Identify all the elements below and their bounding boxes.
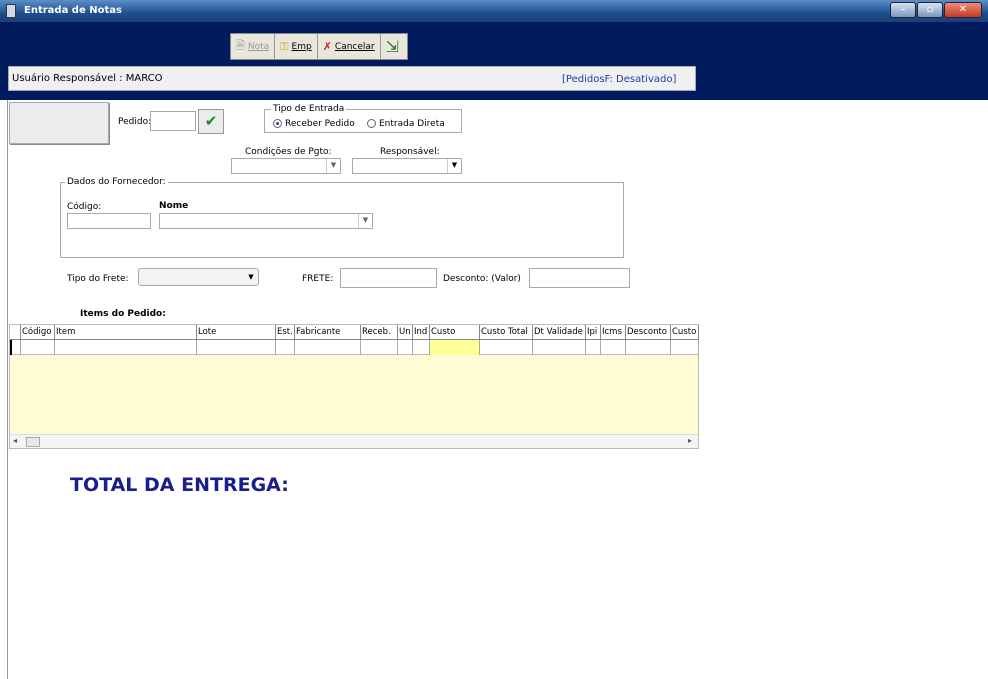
grid-cell[interactable] — [413, 340, 430, 355]
row-selector[interactable] — [10, 340, 21, 355]
column-header[interactable]: Fabricante — [295, 325, 361, 340]
grid-header: Código Item Lote Est. Fabricante Receb. … — [10, 325, 699, 340]
pedidos-status: [PedidosF: Desativado] — [562, 74, 677, 85]
cancelar-label: Cancelar — [334, 41, 375, 52]
grid-cell[interactable] — [295, 340, 361, 355]
grid-cell[interactable] — [671, 340, 699, 355]
cancel-x-icon: ✗ — [322, 40, 332, 53]
title-bar: Entrada de Notas – ▫ ✕ — [0, 0, 988, 22]
action-button[interactable] — [9, 102, 109, 144]
nota-label: Nota — [247, 41, 270, 52]
column-header[interactable]: Ind — [413, 325, 430, 340]
app-icon — [6, 4, 16, 18]
column-header[interactable]: Un — [398, 325, 413, 340]
table-row[interactable] — [10, 340, 699, 355]
column-header[interactable]: Custo — [671, 325, 699, 340]
column-header[interactable]: Est. — [276, 325, 295, 340]
responsavel-label: Responsável: — [380, 147, 440, 157]
codigo-input[interactable] — [67, 213, 151, 229]
emp-button[interactable]: ⚿ Emp — [275, 34, 318, 59]
radio-unchecked-icon — [367, 119, 376, 128]
chevron-down-icon: ▼ — [248, 273, 254, 281]
chevron-down-icon: ▼ — [326, 159, 340, 173]
exit-door-icon: ⇲ — [385, 37, 400, 56]
tipo-frete-select[interactable]: ▼ — [138, 268, 259, 286]
pedido-input[interactable] — [150, 111, 196, 131]
close-button[interactable]: ✕ — [944, 2, 982, 18]
grid-cell[interactable] — [586, 340, 601, 355]
custo-cell[interactable] — [430, 340, 480, 355]
grid-cell[interactable] — [533, 340, 586, 355]
pedido-label: Pedido: — [118, 117, 152, 127]
condicoes-label: Condições de Pgto: — [245, 147, 332, 157]
condicoes-select[interactable]: ▼ — [231, 158, 341, 174]
user-bar: Usuário Responsável : MARCO [PedidosF: D… — [8, 66, 696, 91]
row-selector-header — [10, 325, 21, 340]
radio-receber-pedido[interactable]: Receber Pedido — [273, 119, 355, 129]
grid-cell[interactable] — [480, 340, 533, 355]
tipo-entrada-group: Tipo de Entrada Receber Pedido Entrada D… — [264, 104, 462, 133]
grid-cell[interactable] — [197, 340, 276, 355]
scroll-thumb[interactable] — [26, 437, 40, 447]
minimize-button[interactable]: – — [890, 2, 916, 18]
cancelar-button[interactable]: ✗ Cancelar — [318, 34, 381, 59]
radio-entrada-direta[interactable]: Entrada Direta — [367, 119, 445, 129]
column-header[interactable]: Item — [55, 325, 197, 340]
exit-button[interactable]: ⇲ — [381, 34, 407, 59]
user-label: Usuário Responsável : MARCO — [12, 73, 163, 84]
fornecedor-legend: Dados do Fornecedor: — [65, 177, 168, 187]
grid-cell[interactable] — [601, 340, 626, 355]
items-title: Items do Pedido: — [80, 309, 166, 319]
desconto-label: Desconto: (Valor) — [443, 274, 521, 284]
codigo-label: Código: — [67, 202, 102, 212]
left-border — [7, 100, 8, 679]
column-header[interactable]: Ipi — [586, 325, 601, 340]
grid-cell[interactable] — [55, 340, 197, 355]
receber-pedido-label: Receber Pedido — [285, 119, 355, 129]
nome-select[interactable]: ▼ — [159, 213, 373, 229]
items-grid[interactable]: Código Item Lote Est. Fabricante Receb. … — [9, 324, 699, 449]
frete-label: FRETE: — [302, 274, 334, 284]
column-header[interactable]: Custo Total — [480, 325, 533, 340]
nota-button[interactable]: 🗎 Nota — [231, 34, 276, 59]
column-header[interactable]: Desconto — [626, 325, 671, 340]
horizontal-scrollbar[interactable]: ◂ ▸ — [10, 434, 698, 448]
grid-cell[interactable] — [626, 340, 671, 355]
column-header[interactable]: Icms — [601, 325, 626, 340]
window-title: Entrada de Notas — [24, 5, 122, 16]
radio-checked-icon — [273, 119, 282, 128]
grid-cell[interactable] — [361, 340, 398, 355]
scroll-right-icon[interactable]: ▸ — [688, 436, 692, 445]
desconto-input[interactable] — [529, 268, 630, 288]
confirm-pedido-button[interactable]: ✔ — [198, 109, 224, 134]
column-header[interactable]: Receb. — [361, 325, 398, 340]
document-icon: 🗎 — [236, 39, 245, 52]
key-icon: ⚿ — [280, 39, 289, 53]
frete-input[interactable] — [340, 268, 437, 288]
grid-cell[interactable] — [398, 340, 413, 355]
toolbar: 🗎 Nota ⚿ Emp ✗ Cancelar ⇲ — [230, 33, 409, 60]
chevron-down-icon: ▼ — [358, 214, 372, 228]
tipo-frete-label: Tipo do Frete: — [67, 274, 129, 284]
fornecedor-group: Dados do Fornecedor: Código: Nome ▼ — [60, 177, 624, 258]
responsavel-select[interactable]: ▼ — [352, 158, 462, 174]
column-header[interactable]: Código — [21, 325, 55, 340]
tipo-entrada-legend: Tipo de Entrada — [271, 104, 347, 114]
grid-cell[interactable] — [21, 340, 55, 355]
scroll-left-icon[interactable]: ◂ — [13, 436, 17, 445]
emp-label: Emp — [291, 41, 312, 52]
column-header[interactable]: Dt Validade — [533, 325, 586, 340]
grid-cell[interactable] — [276, 340, 295, 355]
total-entrega-label: TOTAL DA ENTREGA: — [70, 474, 289, 496]
nome-label: Nome — [159, 201, 189, 211]
chevron-down-icon: ▼ — [447, 159, 461, 173]
entrada-direta-label: Entrada Direta — [379, 119, 445, 129]
column-header[interactable]: Lote — [197, 325, 276, 340]
checkmark-icon: ✔ — [204, 112, 218, 130]
column-header[interactable]: Custo — [430, 325, 480, 340]
maximize-button[interactable]: ▫ — [917, 2, 943, 18]
